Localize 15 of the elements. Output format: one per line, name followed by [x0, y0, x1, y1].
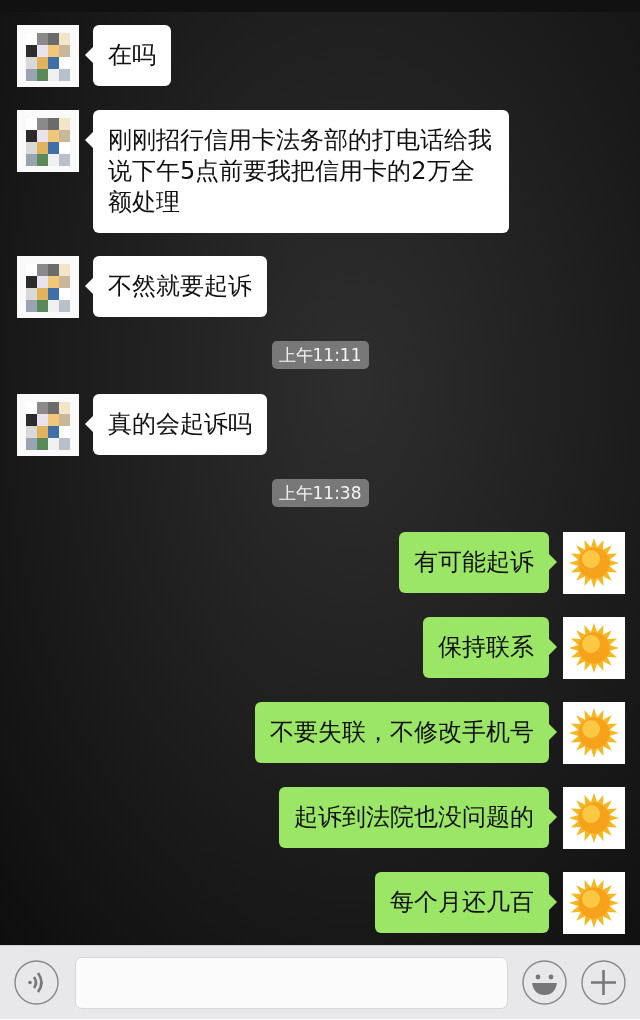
avatar-icon[interactable]	[17, 256, 79, 318]
timestamp: 上午11:11	[271, 341, 369, 369]
timestamp: 上午11:38	[271, 479, 369, 507]
sun-avatar-icon[interactable]	[563, 702, 625, 764]
add-icon[interactable]	[581, 960, 626, 1005]
avatar-icon[interactable]	[17, 110, 79, 172]
sun-avatar-icon[interactable]	[563, 617, 625, 679]
emoji-icon[interactable]	[522, 960, 567, 1005]
sun-avatar-icon[interactable]	[563, 787, 625, 849]
avatar-icon[interactable]	[17, 394, 79, 456]
avatar-icon[interactable]	[17, 25, 79, 87]
message-input[interactable]	[75, 956, 508, 1009]
sun-avatar-icon[interactable]	[563, 872, 625, 934]
sun-avatar-icon[interactable]	[563, 532, 625, 594]
voice-icon[interactable]	[14, 960, 59, 1005]
